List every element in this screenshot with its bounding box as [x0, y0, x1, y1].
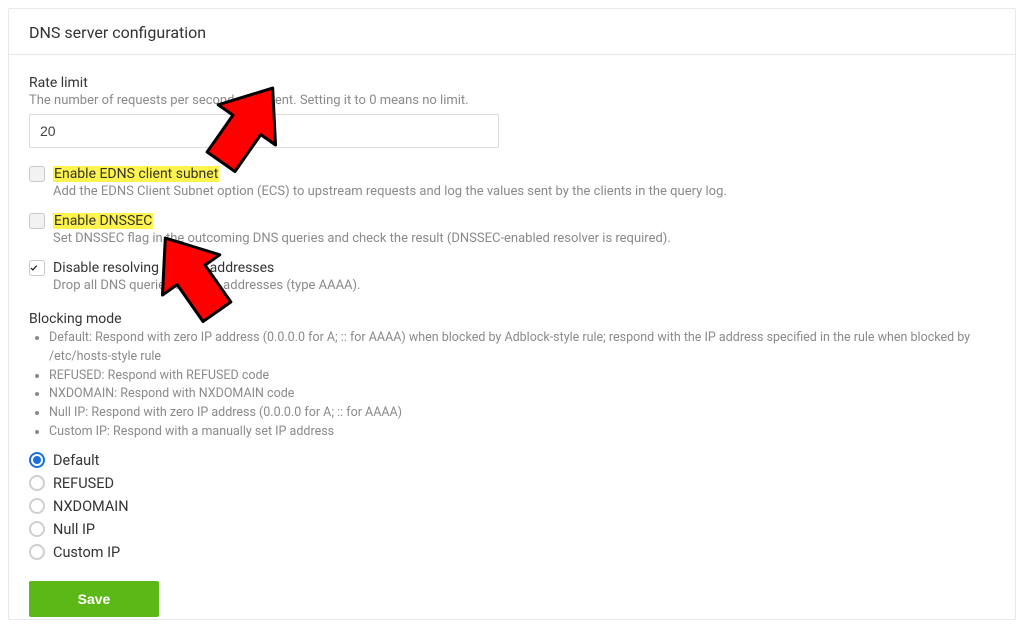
rate-limit-field: Rate limit The number of requests per se… [29, 75, 995, 148]
radio-customip-label: Custom IP [53, 544, 120, 561]
enable-edns-checkbox[interactable] [29, 166, 45, 182]
enable-edns-row: Enable EDNS client subnet Add the EDNS C… [29, 166, 995, 199]
rate-limit-input[interactable] [29, 114, 499, 148]
radio-refused[interactable]: REFUSED [29, 475, 995, 492]
save-button[interactable]: Save [29, 581, 159, 617]
blocking-desc-item: Null IP: Respond with zero IP address (0… [49, 404, 995, 423]
disable-ipv6-label[interactable]: Disable resolving of IPv6 addresses [53, 260, 274, 276]
enable-dnssec-label[interactable]: Enable DNSSEC [53, 213, 153, 229]
card-header: DNS server configuration [9, 9, 1015, 55]
radio-nxdomain-label: NXDOMAIN [53, 498, 129, 515]
radio-refused-indicator[interactable] [29, 475, 45, 491]
blocking-mode-descriptions: Default: Respond with zero IP address (0… [29, 329, 995, 442]
radio-nullip[interactable]: Null IP [29, 521, 995, 538]
check-icon [30, 262, 38, 274]
blocking-mode-label: Blocking mode [29, 311, 995, 327]
radio-default[interactable]: Default [29, 452, 995, 469]
enable-edns-label[interactable]: Enable EDNS client subnet [53, 166, 219, 182]
enable-dnssec-row: Enable DNSSEC Set DNSSEC flag in the out… [29, 213, 995, 246]
rate-limit-label: Rate limit [29, 75, 995, 91]
radio-customip-indicator[interactable] [29, 544, 45, 560]
rate-limit-desc: The number of requests per second allo c… [29, 93, 995, 108]
blocking-desc-item: NXDOMAIN: Respond with NXDOMAIN code [49, 385, 995, 404]
disable-ipv6-checkbox[interactable] [29, 260, 45, 276]
disable-ipv6-row: Disable resolving of IPv6 addresses Drop… [29, 260, 995, 293]
radio-nxdomain-indicator[interactable] [29, 498, 45, 514]
enable-dnssec-checkbox[interactable] [29, 213, 45, 229]
card-body: Rate limit The number of requests per se… [9, 55, 1015, 637]
radio-refused-label: REFUSED [53, 475, 114, 492]
blocking-desc-item: Custom IP: Respond with a manually set I… [49, 423, 995, 442]
blocking-desc-item: REFUSED: Respond with REFUSED code [49, 367, 995, 386]
enable-edns-desc: Add the EDNS Client Subnet option (ECS) … [53, 184, 995, 199]
radio-customip[interactable]: Custom IP [29, 544, 995, 561]
radio-nullip-indicator[interactable] [29, 521, 45, 537]
dns-config-card: DNS server configuration Rate limit The … [8, 8, 1016, 620]
enable-dnssec-desc: Set DNSSEC flag in the outcoming DNS que… [53, 231, 995, 246]
radio-default-label: Default [53, 452, 99, 469]
page-title: DNS server configuration [29, 23, 995, 42]
disable-ipv6-desc: Drop all DNS queries for IPv6 addresses … [53, 278, 995, 293]
blocking-desc-item: Default: Respond with zero IP address (0… [49, 329, 995, 367]
radio-default-indicator[interactable] [29, 452, 45, 468]
radio-nullip-label: Null IP [53, 521, 95, 538]
radio-nxdomain[interactable]: NXDOMAIN [29, 498, 995, 515]
